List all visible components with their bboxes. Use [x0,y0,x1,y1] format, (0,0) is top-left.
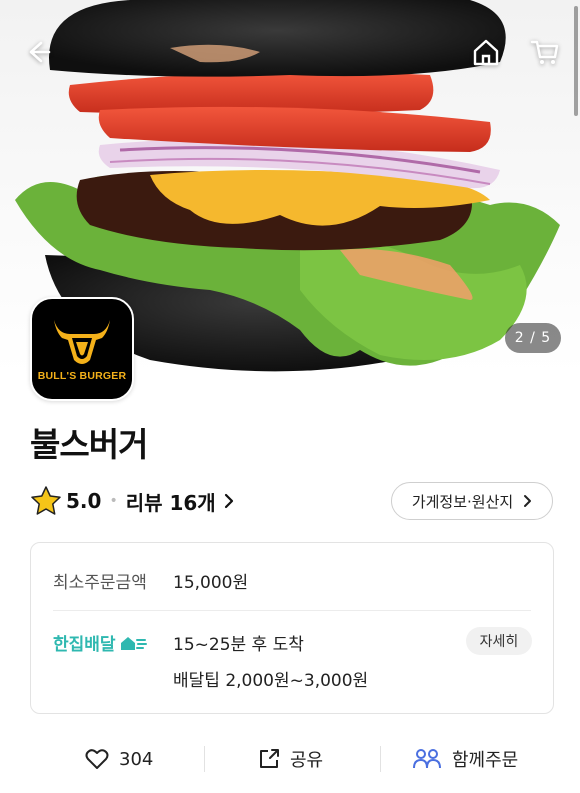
cart-icon [530,40,559,64]
bull-logo-icon [54,320,110,364]
like-button[interactable]: 304 [85,735,153,783]
back-arrow-icon [29,41,51,63]
group-order-button[interactable]: 함께주문 [412,735,518,783]
action-bar: 304 공유 함께주문 [0,735,580,783]
delivery-tip: 배달팁 2,000원~3,000원 [173,671,369,691]
image-counter: 2 / 5 [505,323,561,353]
fast-delivery-house-icon [120,636,147,650]
star-icon [31,486,61,515]
logo-text: BULL'S BURGER [37,370,127,382]
home-icon [473,39,499,66]
rating-row: 5.0 • 리뷰 16개 [30,484,234,518]
separator-dot: • [109,493,118,509]
review-count: 리뷰 16개 [125,490,216,515]
delivery-type-label: 한집배달 [53,635,116,655]
store-info-button[interactable]: 가게정보·원산지 [391,482,553,520]
store-info-label: 가게정보·원산지 [411,492,514,511]
chevron-right-icon [224,493,233,509]
divider [204,746,205,772]
divider [380,746,381,772]
delivery-type: 한집배달 [53,630,147,655]
chevron-right-icon [524,495,532,507]
share-button[interactable]: 공유 [258,735,323,783]
order-info-card: 최소주문금액 15,000원 한집배달 15~25분 후 도착 배달팁 2,00… [30,542,554,714]
scrollbar[interactable] [574,6,578,116]
rating-score: 5.0 [66,489,102,513]
delivery-detail-button[interactable]: 자세히 [466,627,532,655]
share-icon [260,749,279,768]
min-order-label: 최소주문금액 [53,573,147,593]
group-people-icon [413,749,441,769]
min-order-value: 15,000원 [173,573,249,593]
divider [53,610,531,611]
cart-button[interactable] [525,32,565,72]
back-button[interactable] [18,32,58,72]
share-label: 공유 [290,750,324,771]
store-title: 불스버거 [30,425,148,464]
home-button[interactable] [466,32,506,72]
store-logo: BULL'S BURGER [30,297,134,401]
delivery-time: 15~25분 후 도착 [173,635,304,655]
review-link[interactable]: 리뷰 16개 [126,487,234,516]
group-order-label: 함께주문 [452,750,519,771]
like-count: 304 [119,748,154,770]
heart-icon [85,749,109,769]
